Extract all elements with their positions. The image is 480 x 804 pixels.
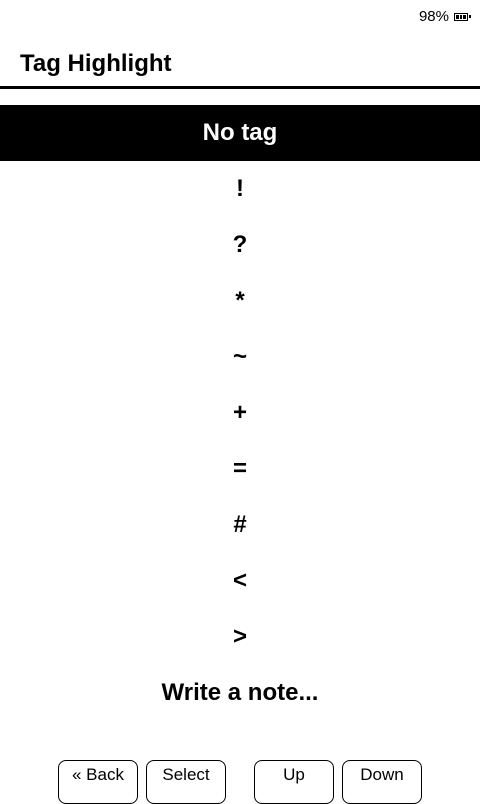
- tag-option-label: >: [232, 623, 247, 650]
- down-button[interactable]: Down: [342, 760, 422, 804]
- header-divider: [0, 86, 480, 89]
- tag-option-label: ?: [232, 231, 248, 258]
- tag-option-label: Write a note...: [161, 679, 319, 706]
- status-bar: 98%: [418, 8, 471, 25]
- tag-option-hash[interactable]: #: [0, 497, 480, 553]
- page-title: Tag Highlight: [20, 50, 172, 77]
- battery-percentage: 98%: [418, 8, 449, 25]
- battery-icon: [454, 12, 471, 21]
- tag-option-label: ~: [232, 343, 247, 370]
- back-button[interactable]: « Back: [58, 760, 138, 804]
- tag-option-plus[interactable]: +: [0, 385, 480, 441]
- up-button[interactable]: Up: [254, 760, 334, 804]
- tag-option-no-tag[interactable]: No tag: [0, 105, 480, 161]
- write-note-option[interactable]: Write a note...: [0, 665, 480, 721]
- tag-option-equals[interactable]: =: [0, 441, 480, 497]
- tag-option-exclamation[interactable]: !: [0, 161, 480, 217]
- select-button[interactable]: Select: [146, 760, 226, 804]
- tag-option-greater-than[interactable]: >: [0, 609, 480, 665]
- tag-option-label: *: [235, 287, 245, 314]
- tag-option-label: <: [232, 567, 247, 594]
- tag-option-label: !: [236, 175, 244, 202]
- tag-option-less-than[interactable]: <: [0, 553, 480, 609]
- button-bar: « Back Select Up Down: [0, 760, 480, 804]
- tag-option-tilde[interactable]: ~: [0, 329, 480, 385]
- tag-option-label: #: [233, 511, 247, 538]
- tag-list: No tag ! ? * ~ + = # < > Write a note...: [0, 105, 480, 721]
- tag-option-label: +: [232, 399, 247, 426]
- tag-option-question[interactable]: ?: [0, 217, 480, 273]
- tag-option-label: No tag: [202, 119, 278, 146]
- tag-option-asterisk[interactable]: *: [0, 273, 480, 329]
- tag-option-label: =: [232, 455, 247, 482]
